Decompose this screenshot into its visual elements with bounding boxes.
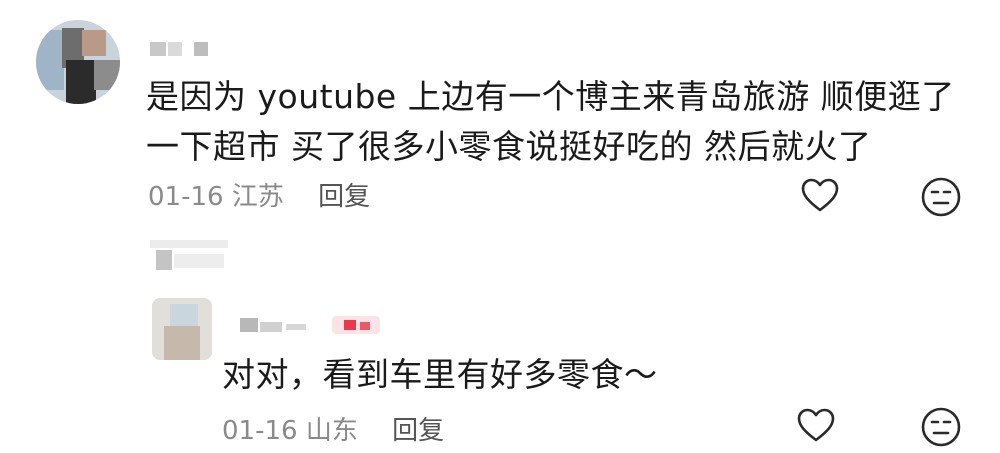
comment-date: 01-16 xyxy=(148,182,224,212)
username-blurred[interactable] xyxy=(240,314,400,336)
avatar[interactable] xyxy=(152,298,212,360)
comment-meta: 01-16 山东 回复 xyxy=(222,410,444,447)
reply-button[interactable]: 回复 xyxy=(392,416,444,446)
heart-outline-icon[interactable] xyxy=(796,406,836,446)
avatar[interactable] xyxy=(36,20,120,104)
comment-date: 01-16 xyxy=(222,416,298,446)
comment-meta: 01-16 江苏 回复 xyxy=(148,176,370,213)
neutral-face-icon[interactable] xyxy=(920,406,962,448)
comment-location: 江苏 xyxy=(231,182,284,212)
comment-location: 山东 xyxy=(305,416,358,446)
reply-button[interactable]: 回复 xyxy=(318,182,370,212)
comment-thread: 是因为 youtube 上边有一个博主来青岛旅游 顺便逛了一下超市 买了很多小零… xyxy=(0,0,1000,453)
comment-text: 对对，看到车里有好多零食～ xyxy=(222,355,658,394)
neutral-face-icon[interactable] xyxy=(920,176,962,218)
comment-text: 是因为 youtube 上边有一个博主来青岛旅游 顺便逛了一下超市 买了很多小零… xyxy=(146,77,955,166)
blurred-reply-placeholder xyxy=(150,240,230,274)
username-blurred[interactable] xyxy=(150,42,210,58)
heart-outline-icon[interactable] xyxy=(800,176,840,216)
